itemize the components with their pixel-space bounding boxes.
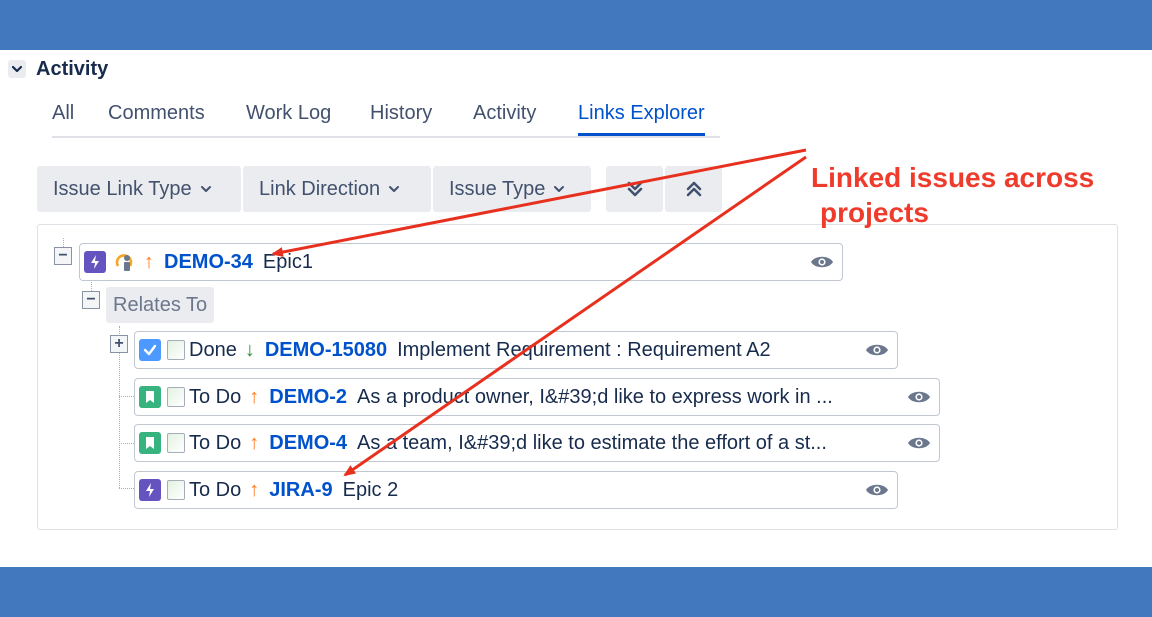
collapse-all-button[interactable] bbox=[665, 166, 722, 212]
tree-connector bbox=[119, 443, 134, 444]
eye-icon[interactable] bbox=[907, 388, 931, 406]
eye-icon[interactable] bbox=[907, 434, 931, 452]
issue-summary: Implement Requirement : Requirement A2 bbox=[397, 338, 771, 361]
eye-icon[interactable] bbox=[865, 481, 889, 499]
bottom-frame-band bbox=[0, 567, 1152, 617]
tab-comments[interactable]: Comments bbox=[108, 100, 205, 134]
chevron-down-icon bbox=[389, 186, 400, 192]
priority-low-icon: ↓ bbox=[244, 338, 255, 361]
issue-key-link[interactable]: DEMO-4 bbox=[269, 432, 347, 455]
broken-image-icon bbox=[167, 340, 185, 360]
broken-image-icon bbox=[167, 433, 185, 453]
annotation-callout: Linked issues across projects bbox=[811, 160, 1094, 230]
issue-type-dropdown[interactable]: Issue Type bbox=[433, 166, 591, 212]
status-image-placeholder: To Do bbox=[167, 386, 241, 409]
issue-key-link[interactable]: DEMO-34 bbox=[164, 251, 253, 274]
chevron-down-icon bbox=[554, 186, 565, 192]
issue-summary: As a product owner, I&#39;d like to expr… bbox=[357, 385, 833, 408]
issue-key-link[interactable]: DEMO-2 bbox=[269, 386, 347, 409]
priority-high-icon: ↑ bbox=[249, 385, 260, 408]
tree-connector bbox=[119, 396, 134, 397]
issue-key-link[interactable]: DEMO-15080 bbox=[265, 339, 387, 362]
status-alt-text: To Do bbox=[189, 478, 242, 501]
issue-row[interactable]: Done ↓ DEMO-15080 Implement Requirement … bbox=[134, 331, 898, 369]
tree-connector bbox=[119, 488, 134, 489]
activity-panel: Activity All Comments Work Log History A… bbox=[0, 50, 1152, 567]
priority-high-icon: ↑ bbox=[249, 478, 260, 501]
activity-tabs: All Comments Work Log History Activity L… bbox=[52, 100, 720, 138]
status-image-placeholder: Done bbox=[167, 339, 237, 362]
status-alt-text: Done bbox=[189, 338, 237, 361]
expand-node-toggle[interactable]: + bbox=[110, 335, 128, 353]
annotation-line-1: Linked issues across bbox=[811, 162, 1095, 193]
collapse-section-button[interactable] bbox=[8, 60, 26, 78]
eye-icon[interactable] bbox=[865, 341, 889, 359]
issue-type-label: Issue Type bbox=[449, 177, 546, 200]
assignee-avatar-icon bbox=[112, 250, 136, 274]
priority-high-icon: ↑ bbox=[144, 250, 154, 273]
tab-links-explorer[interactable]: Links Explorer bbox=[578, 100, 705, 136]
link-direction-dropdown[interactable]: Link Direction bbox=[243, 166, 431, 212]
status-alt-text: To Do bbox=[189, 431, 242, 454]
eye-icon[interactable] bbox=[810, 253, 834, 271]
collapse-link-group-toggle[interactable]: − bbox=[82, 291, 100, 309]
issue-row-root[interactable]: ↑ DEMO-34 Epic1 bbox=[79, 243, 843, 281]
link-direction-label: Link Direction bbox=[259, 177, 381, 200]
double-chevron-down-icon bbox=[627, 181, 642, 197]
top-frame-band bbox=[0, 0, 1152, 50]
broken-image-icon bbox=[167, 387, 185, 407]
epic-icon bbox=[84, 251, 106, 273]
section-title: Activity bbox=[36, 57, 109, 80]
issue-row[interactable]: To Do ↑ DEMO-4 As a team, I&#39;d like t… bbox=[134, 424, 940, 462]
priority-high-icon: ↑ bbox=[249, 431, 260, 454]
tab-activity[interactable]: Activity bbox=[473, 100, 536, 134]
epic-icon bbox=[139, 479, 161, 501]
chevron-down-icon bbox=[11, 65, 23, 73]
status-image-placeholder: To Do bbox=[167, 479, 241, 502]
status-image-placeholder: To Do bbox=[167, 432, 241, 455]
expand-all-button[interactable] bbox=[606, 166, 663, 212]
issue-row[interactable]: To Do ↑ DEMO-2 As a product owner, I&#39… bbox=[134, 378, 940, 416]
issue-link-type-dropdown[interactable]: Issue Link Type bbox=[37, 166, 241, 212]
issue-row[interactable]: To Do ↑ JIRA-9 Epic 2 bbox=[134, 471, 898, 509]
tab-all[interactable]: All bbox=[52, 100, 74, 134]
task-checkbox-icon bbox=[139, 339, 161, 361]
link-type-label: Relates To bbox=[106, 287, 215, 323]
broken-image-icon bbox=[167, 480, 185, 500]
double-chevron-up-icon bbox=[686, 181, 701, 197]
status-alt-text: To Do bbox=[189, 385, 242, 408]
story-bookmark-icon bbox=[139, 386, 161, 408]
issue-summary: As a team, I&#39;d like to estimate the … bbox=[357, 431, 827, 454]
issue-summary: Epic 2 bbox=[342, 478, 399, 501]
annotation-line-2: projects bbox=[820, 197, 929, 228]
issue-summary: Epic1 bbox=[262, 250, 313, 273]
tab-work-log[interactable]: Work Log bbox=[246, 100, 331, 134]
tab-history[interactable]: History bbox=[370, 100, 432, 134]
collapse-node-toggle[interactable]: − bbox=[54, 247, 72, 265]
issue-key-link[interactable]: JIRA-9 bbox=[269, 479, 332, 502]
activity-section-header: Activity bbox=[8, 58, 108, 80]
story-bookmark-icon bbox=[139, 432, 161, 454]
chevron-down-icon bbox=[200, 186, 211, 192]
issue-link-type-label: Issue Link Type bbox=[53, 177, 192, 200]
